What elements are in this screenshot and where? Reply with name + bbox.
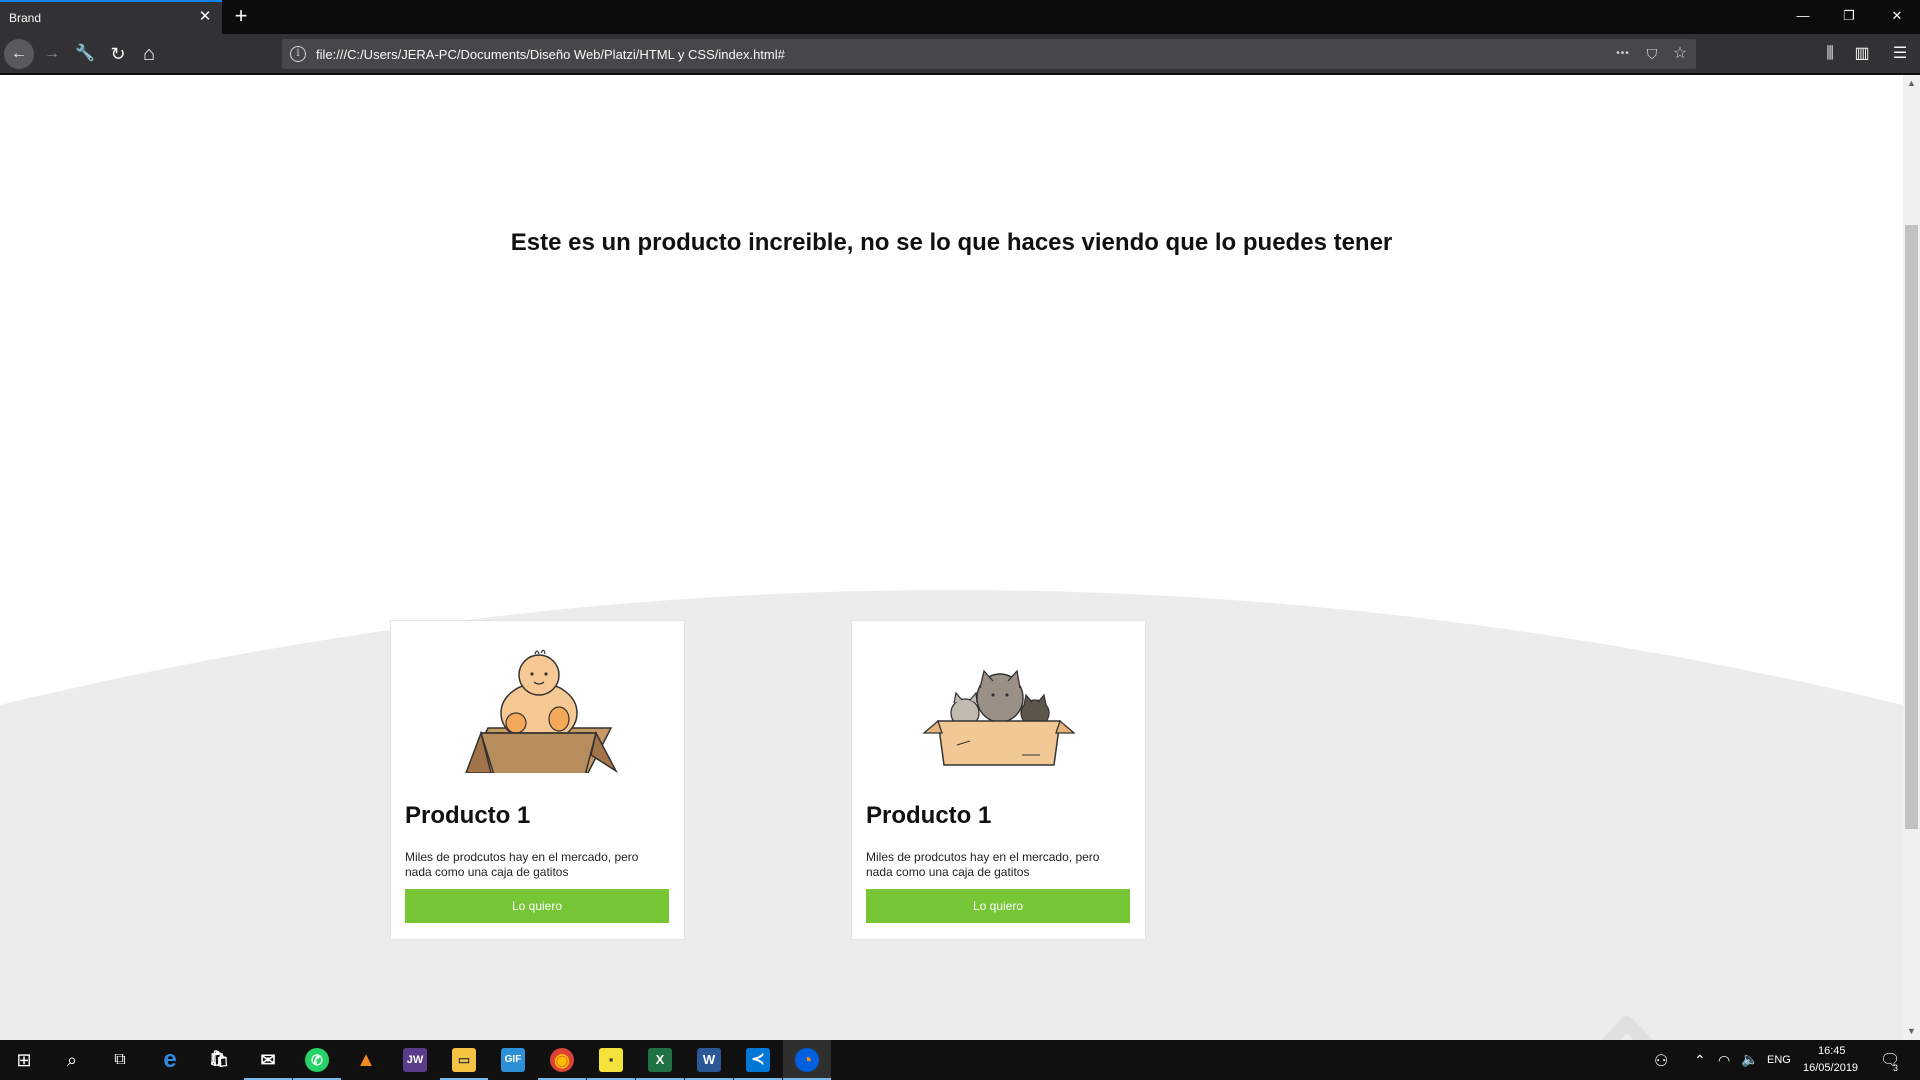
taskbar-word[interactable]: W bbox=[685, 1040, 733, 1080]
taskbar-file-explorer[interactable]: ▭ bbox=[440, 1040, 488, 1080]
whatsapp-icon: ✆ bbox=[305, 1048, 329, 1072]
taskbar-chrome[interactable]: ◉ bbox=[538, 1040, 586, 1080]
people-icon[interactable]: ⚇ bbox=[1654, 1051, 1668, 1071]
task-view-button[interactable]: ⧉ bbox=[96, 1040, 144, 1080]
start-button[interactable]: ⊞ bbox=[0, 1040, 48, 1080]
sidebar-icon[interactable]: ▥ bbox=[1847, 39, 1877, 69]
scroll-thumb[interactable] bbox=[1905, 225, 1918, 829]
home-button[interactable]: ⌂ bbox=[134, 39, 164, 69]
sticky-notes-icon: ▪ bbox=[599, 1048, 623, 1072]
forward-button[interactable]: → bbox=[37, 39, 67, 69]
mail-icon: ✉ bbox=[260, 1050, 276, 1070]
tab-close-icon[interactable]: ✕ bbox=[196, 8, 214, 26]
file-explorer-icon: ▭ bbox=[452, 1048, 476, 1072]
browser-tab-bar: Brand ✕ + — ❐ ✕ bbox=[0, 0, 1920, 34]
site-info-icon[interactable]: i bbox=[290, 46, 306, 62]
store-icon: 🛍 bbox=[208, 1051, 230, 1068]
search-icon: ⌕ bbox=[66, 1050, 78, 1070]
vlc-icon: ▲ bbox=[356, 1049, 376, 1071]
wrench-icon[interactable]: 🔧 bbox=[70, 39, 100, 69]
hero-title: Este es un producto increible, no se lo … bbox=[510, 229, 1393, 256]
chevron-up-icon[interactable]: ⌃ bbox=[1694, 1052, 1706, 1069]
back-button[interactable]: ← bbox=[4, 39, 34, 69]
active-tab[interactable]: Brand ✕ bbox=[0, 0, 222, 34]
scroll-down-icon[interactable]: ▼ bbox=[1903, 1023, 1920, 1040]
product-description: Miles de prodcutos hay en el mercado, pe… bbox=[866, 850, 1100, 879]
page-viewport: Este es un producto increible, no se lo … bbox=[0, 75, 1903, 1040]
cats-in-box-illustration bbox=[922, 669, 1076, 766]
platzi-watermark: Platzi bbox=[1572, 1015, 1903, 1040]
network-icon[interactable]: ◠ bbox=[1718, 1052, 1730, 1069]
bookmark-star-icon[interactable]: ☆ bbox=[1669, 43, 1691, 65]
gif-icon: GIF bbox=[501, 1048, 525, 1072]
buy-button[interactable]: Lo quiero bbox=[405, 889, 669, 923]
taskbar-store[interactable]: 🛍 bbox=[195, 1040, 243, 1080]
url-text[interactable]: file:///C:/Users/JERA-PC/Documents/Diseñ… bbox=[316, 47, 785, 62]
url-bar[interactable]: i file:///C:/Users/JERA-PC/Documents/Dis… bbox=[282, 39, 1696, 69]
taskbar-mail[interactable]: ✉ bbox=[244, 1040, 292, 1080]
search-button[interactable]: ⌕ bbox=[48, 1040, 96, 1080]
buy-button[interactable]: Lo quiero bbox=[866, 889, 1130, 923]
scroll-up-icon[interactable]: ▲ bbox=[1903, 75, 1920, 92]
page-actions-icon[interactable]: ••• bbox=[1612, 43, 1634, 65]
tab-title: Brand bbox=[9, 11, 42, 25]
jw-player-icon: JW bbox=[403, 1048, 427, 1072]
vscode-icon: ≺ bbox=[746, 1048, 770, 1072]
pocket-icon[interactable]: ⛉ bbox=[1641, 43, 1663, 65]
taskbar-edge[interactable]: e bbox=[146, 1040, 194, 1080]
reload-button[interactable]: ↻ bbox=[103, 39, 133, 69]
library-icon[interactable]: ⫼ bbox=[1815, 39, 1845, 69]
taskbar-sticky-notes[interactable]: ▪ bbox=[587, 1040, 635, 1080]
windows-start-icon: ⊞ bbox=[16, 1050, 32, 1070]
new-tab-button[interactable]: + bbox=[230, 4, 252, 28]
firefox-icon: ◔ bbox=[795, 1048, 819, 1072]
page-scrollbar[interactable]: ▲ ▼ bbox=[1903, 75, 1920, 1040]
language-indicator[interactable]: ENG bbox=[1767, 1054, 1791, 1066]
product-title: Producto 1 bbox=[405, 802, 531, 829]
task-view-icon: ⧉ bbox=[114, 1051, 126, 1068]
volume-icon[interactable]: 🔈 bbox=[1741, 1051, 1758, 1068]
product-description: Miles de prodcutos hay en el mercado, pe… bbox=[405, 850, 639, 879]
taskbar-firefox[interactable]: ◔ bbox=[783, 1040, 831, 1080]
clock-time[interactable]: 16:45 bbox=[1818, 1045, 1846, 1057]
excel-icon: X bbox=[648, 1048, 672, 1072]
windows-taskbar: ⊞ ⌕ ⧉ e 🛍 ✉ ✆ ▲ JW ▭ GIF ◉ ▪ X W ≺ ◔ ⚇ ⌃… bbox=[0, 1040, 1920, 1080]
watermark-text: Platzi bbox=[1690, 1031, 1872, 1040]
product-card: Producto 1 Miles de prodcutos hay en el … bbox=[851, 620, 1146, 940]
product-title: Producto 1 bbox=[866, 802, 992, 829]
product-card: Producto 1 Miles de prodcutos hay en el … bbox=[390, 620, 685, 940]
taskbar-vscode[interactable]: ≺ bbox=[734, 1040, 782, 1080]
baby-in-box-illustration bbox=[465, 649, 618, 773]
taskbar-gif[interactable]: GIF bbox=[489, 1040, 537, 1080]
restore-button[interactable]: ❐ bbox=[1826, 0, 1872, 32]
minimize-button[interactable]: — bbox=[1780, 0, 1826, 32]
edge-icon: e bbox=[163, 1046, 177, 1073]
notifications-count: 3 bbox=[1893, 1063, 1899, 1073]
browser-nav-bar: ← → 🔧 ↻ ⌂ i file:///C:/Users/JERA-PC/Doc… bbox=[0, 34, 1920, 74]
close-window-button[interactable]: ✕ bbox=[1874, 0, 1920, 32]
taskbar-excel[interactable]: X bbox=[636, 1040, 684, 1080]
taskbar-vlc[interactable]: ▲ bbox=[342, 1040, 390, 1080]
clock-date[interactable]: 16/05/2019 bbox=[1803, 1062, 1858, 1074]
taskbar-jw[interactable]: JW bbox=[391, 1040, 439, 1080]
word-icon: W bbox=[697, 1048, 721, 1072]
menu-icon[interactable]: ☰ bbox=[1885, 39, 1915, 69]
chrome-icon: ◉ bbox=[550, 1048, 574, 1072]
platzi-logo-icon bbox=[1601, 1016, 1653, 1040]
taskbar-whatsapp[interactable]: ✆ bbox=[293, 1040, 341, 1080]
